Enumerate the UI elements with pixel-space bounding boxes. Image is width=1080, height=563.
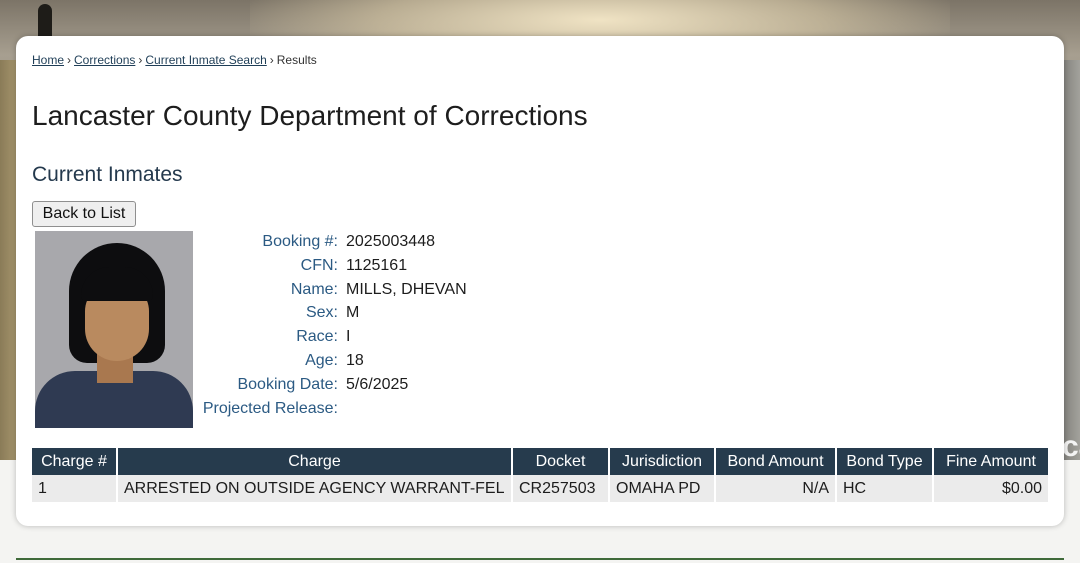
detail-value-age: 18	[346, 351, 364, 369]
breadcrumb-separator: ›	[138, 53, 143, 67]
column-header-charge-num: Charge #	[32, 448, 118, 475]
charges-table: Charge # Charge Docket Jurisdiction Bond…	[32, 448, 1048, 502]
column-header-fine-amount: Fine Amount	[933, 448, 1048, 475]
breadcrumb: Home › Corrections › Current Inmate Search › R…	[32, 53, 317, 67]
cell-charge-num: 1	[32, 475, 118, 502]
column-header-bond-amount: Bond Amount	[715, 448, 837, 475]
inmate-details: Booking #: 2025003448 CFN: 1125161 Name:…	[202, 230, 467, 420]
cell-fine-amount: $0.00	[933, 475, 1048, 502]
breadcrumb-separator: ›	[269, 53, 274, 67]
detail-row-booking: Booking #: 2025003448	[202, 230, 467, 254]
breadcrumb-search-link[interactable]: Current Inmate Search	[145, 53, 266, 67]
detail-value-sex: M	[346, 304, 360, 322]
detail-row-name: Name: MILLS, DHEVAN	[202, 278, 467, 302]
detail-row-projected-release: Projected Release:	[202, 397, 467, 421]
inmate-photo	[35, 231, 193, 428]
column-header-docket: Docket	[512, 448, 610, 475]
column-header-charge: Charge	[117, 448, 513, 475]
detail-label: Projected Release:	[202, 399, 338, 417]
background-text: ca	[1062, 430, 1080, 460]
back-to-list-button[interactable]: Back to List	[32, 201, 136, 227]
cell-bond-type: HC	[836, 475, 934, 502]
statue-silhouette	[38, 4, 52, 38]
column-header-jurisdiction: Jurisdiction	[609, 448, 716, 475]
detail-value-booking: 2025003448	[346, 233, 435, 250]
cell-docket: CR257503	[512, 475, 610, 502]
breadcrumb-current: Results	[276, 53, 317, 67]
detail-row-race: Race: I	[202, 325, 467, 349]
detail-row-booking-date: Booking Date: 5/6/2025	[202, 373, 467, 397]
breadcrumb-home-link[interactable]: Home	[32, 53, 64, 67]
footer-rule	[16, 558, 1064, 560]
detail-row-age: Age: 18	[202, 349, 467, 373]
cell-bond-amount: N/A	[715, 475, 837, 502]
detail-label: Booking #:	[262, 233, 338, 250]
content-card: Home › Corrections › Current Inmate Search › R…	[16, 36, 1064, 526]
detail-value-name: MILLS, DHEVAN	[346, 280, 467, 298]
detail-row-cfn: CFN: 1125161	[202, 254, 467, 278]
section-title: Current Inmates	[32, 163, 183, 186]
breadcrumb-corrections-link[interactable]: Corrections	[74, 53, 135, 67]
column-header-bond-type: Bond Type	[836, 448, 934, 475]
detail-label: Booking Date:	[237, 375, 338, 393]
detail-value-race: I	[346, 328, 351, 346]
page-title: Lancaster County Department of Correctio…	[32, 100, 588, 131]
cell-jurisdiction: OMAHA PD	[609, 475, 716, 502]
detail-label: Name:	[290, 280, 338, 298]
detail-value-cfn: 1125161	[346, 256, 408, 274]
detail-label: Sex:	[305, 304, 338, 322]
detail-label: Race:	[296, 328, 338, 346]
table-header-row: Charge # Charge Docket Jurisdiction Bond…	[32, 448, 1048, 475]
table-row: 1 ARRESTED ON OUTSIDE AGENCY WARRANT-FEL…	[32, 475, 1048, 502]
breadcrumb-separator: ›	[67, 53, 72, 67]
detail-label: CFN:	[300, 256, 338, 274]
photo-bangs	[81, 267, 153, 301]
detail-value-booking-date: 5/6/2025	[346, 375, 409, 393]
cell-charge: ARRESTED ON OUTSIDE AGENCY WARRANT-FEL	[117, 475, 513, 502]
detail-label: Age:	[305, 351, 338, 369]
detail-row-sex: Sex: M	[202, 301, 467, 325]
